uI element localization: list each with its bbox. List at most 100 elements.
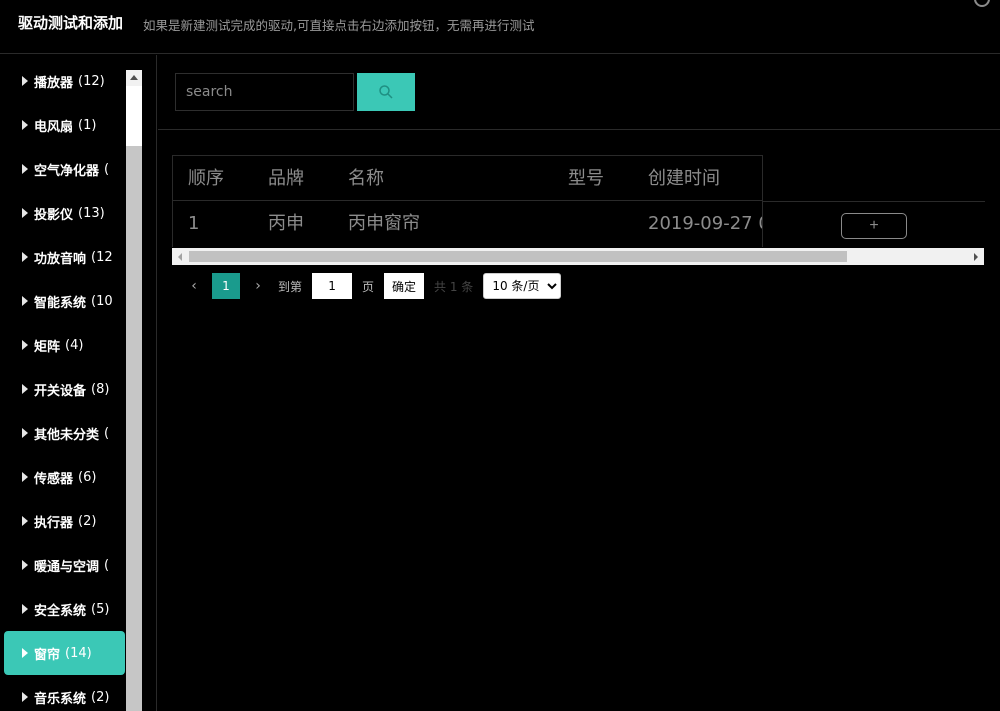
sidebar-item-label: 暖通与空调 xyxy=(34,559,100,575)
page-size-select[interactable]: 10 条/页20 条/页30 条/页 xyxy=(483,273,562,299)
sidebar-item-count: ( xyxy=(104,557,110,573)
sidebar-item-label: 安全系统 xyxy=(34,603,87,619)
sidebar-item-label: 智能系统 xyxy=(34,295,87,311)
sidebar-item-count: (12 xyxy=(91,249,113,265)
sidebar-item[interactable]: 窗帘 (14) xyxy=(4,631,125,675)
column-header-index: 顺序 xyxy=(188,168,224,189)
sidebar-item-label: 功放音响 xyxy=(34,251,87,267)
goto-page-input[interactable] xyxy=(312,273,353,299)
expand-arrow-icon[interactable] xyxy=(22,648,28,658)
column-header-created: 创建时间 xyxy=(648,168,720,189)
sidebar-item[interactable]: 电风扇 (1) xyxy=(0,103,126,147)
cell-index: 1 xyxy=(188,213,200,234)
sidebar-item-label: 空气净化器 xyxy=(34,163,100,179)
action-column-divider xyxy=(763,201,985,202)
sidebar-scrollbar[interactable] xyxy=(126,70,142,711)
next-page-button[interactable]: › xyxy=(248,273,268,299)
page-title: 驱动测试和添加 xyxy=(18,14,124,32)
sidebar-item[interactable]: 执行器 (2) xyxy=(0,499,126,543)
expand-arrow-icon[interactable] xyxy=(22,252,28,262)
sidebar-item[interactable]: 功放音响 (12 xyxy=(0,235,126,279)
column-header-model: 型号 xyxy=(568,168,604,189)
sidebar-item-count: (12) xyxy=(78,73,105,89)
sidebar-item-count: ( xyxy=(104,161,110,177)
column-header-brand: 品牌 xyxy=(268,168,304,189)
expand-arrow-icon[interactable] xyxy=(22,516,28,526)
sidebar-item[interactable]: 空气净化器( xyxy=(0,147,126,191)
goto-label: 到第 xyxy=(278,279,303,294)
expand-arrow-icon[interactable] xyxy=(22,560,28,570)
sidebar-item-count: (5) xyxy=(91,601,110,617)
search-button[interactable] xyxy=(357,73,415,111)
sidebar-item-count: (4) xyxy=(65,337,84,353)
goto-confirm-button[interactable]: 确定 xyxy=(384,273,425,299)
help-icon[interactable] xyxy=(974,0,990,7)
sidebar-item-label: 投影仪 xyxy=(34,207,74,223)
sidebar-item-label: 执行器 xyxy=(34,515,74,531)
page-unit-label: 页 xyxy=(362,279,375,294)
page-number-current[interactable]: 1 xyxy=(212,273,240,299)
sidebar-item-count: (10 xyxy=(91,293,113,309)
expand-arrow-icon[interactable] xyxy=(22,428,28,438)
cell-brand: 丙申 xyxy=(268,213,304,234)
sidebar-item-label: 开关设备 xyxy=(34,383,87,399)
sidebar-item[interactable]: 投影仪 (13) xyxy=(0,191,126,235)
search-bar xyxy=(158,55,1000,130)
scroll-right-arrow-icon[interactable] xyxy=(967,248,984,265)
sidebar-item[interactable]: 智能系统 (10 xyxy=(0,279,126,323)
category-sidebar: 播放器 (12) 电风扇 (1) 空气净化器(投影仪 (13) 功放音响 (12 智能系统 (10… xyxy=(0,55,157,711)
expand-arrow-icon[interactable] xyxy=(22,120,28,130)
sidebar-item-label: 音乐系统 xyxy=(34,691,87,707)
sidebar-item-count: (8) xyxy=(91,381,110,397)
driver-table: 顺序 品牌 名称 型号 创建时间 1 丙申 丙申窗帘 2019-09-27 0 … xyxy=(172,155,985,265)
sidebar-item-label: 传感器 xyxy=(34,471,74,487)
sidebar-item[interactable]: 播放器 (12) xyxy=(0,59,126,103)
sidebar-item[interactable]: 安全系统 (5) xyxy=(0,587,126,631)
sidebar-item[interactable]: 开关设备 (8) xyxy=(0,367,126,411)
sidebar-item-label: 电风扇 xyxy=(34,119,74,135)
sidebar-item-label: 播放器 xyxy=(34,75,74,91)
sidebar-item-count: (2) xyxy=(78,513,97,529)
sidebar-item-count: (1) xyxy=(78,117,97,133)
expand-arrow-icon[interactable] xyxy=(22,340,28,350)
add-driver-button[interactable]: + xyxy=(841,213,907,239)
search-input[interactable] xyxy=(175,73,354,111)
scroll-left-arrow-icon[interactable] xyxy=(172,248,189,265)
expand-arrow-icon[interactable] xyxy=(22,692,28,702)
expand-arrow-icon[interactable] xyxy=(22,384,28,394)
expand-arrow-icon[interactable] xyxy=(22,164,28,174)
header: 驱动测试和添加 如果是新建测试完成的驱动,可直接点击右边添加按钮，无需再进行测试 xyxy=(0,0,1000,54)
sidebar-item-count: (13) xyxy=(78,205,105,221)
sidebar-item[interactable]: 其他未分类( xyxy=(0,411,126,455)
column-header-name: 名称 xyxy=(348,168,384,189)
scrollbar-thumb[interactable] xyxy=(126,86,142,146)
expand-arrow-icon[interactable] xyxy=(22,208,28,218)
table-horizontal-scrollbar[interactable] xyxy=(172,248,984,265)
pagination: ‹ 1 › 到第 页 确定 共 1 条 10 条/页20 条/页30 条/页 xyxy=(184,273,562,299)
sidebar-item-count: ( xyxy=(104,425,110,441)
horizontal-scrollbar-thumb[interactable] xyxy=(189,251,847,262)
cell-created: 2019-09-27 0 xyxy=(648,213,763,234)
expand-arrow-icon[interactable] xyxy=(22,76,28,86)
sidebar-item[interactable]: 暖通与空调( xyxy=(0,543,126,587)
sidebar-item-label: 窗帘 xyxy=(34,647,61,663)
expand-arrow-icon[interactable] xyxy=(22,604,28,614)
expand-arrow-icon[interactable] xyxy=(22,296,28,306)
sidebar-item[interactable]: 传感器 (6) xyxy=(0,455,126,499)
cell-name: 丙申窗帘 xyxy=(348,213,420,234)
total-count: 共 1 条 xyxy=(434,279,474,294)
sidebar-item-count: (14) xyxy=(65,645,92,661)
expand-arrow-icon[interactable] xyxy=(22,472,28,482)
sidebar-item-count: (2) xyxy=(91,689,110,705)
sidebar-item-count: (6) xyxy=(78,469,97,485)
search-icon xyxy=(379,85,393,99)
prev-page-button[interactable]: ‹ xyxy=(184,273,204,299)
sidebar-item[interactable]: 矩阵 (4) xyxy=(0,323,126,367)
page-subtitle: 如果是新建测试完成的驱动,可直接点击右边添加按钮，无需再进行测试 xyxy=(143,18,535,33)
sidebar-item[interactable]: 音乐系统 (2) xyxy=(0,675,126,711)
scroll-up-arrow-icon[interactable] xyxy=(126,70,142,86)
action-column: + xyxy=(762,155,985,247)
category-list: 播放器 (12) 电风扇 (1) 空气净化器(投影仪 (13) 功放音响 (12 智能系统 (10… xyxy=(0,59,126,711)
sidebar-item-label: 其他未分类 xyxy=(34,427,100,443)
main-panel: 顺序 品牌 名称 型号 创建时间 1 丙申 丙申窗帘 2019-09-27 0 … xyxy=(158,55,1000,711)
